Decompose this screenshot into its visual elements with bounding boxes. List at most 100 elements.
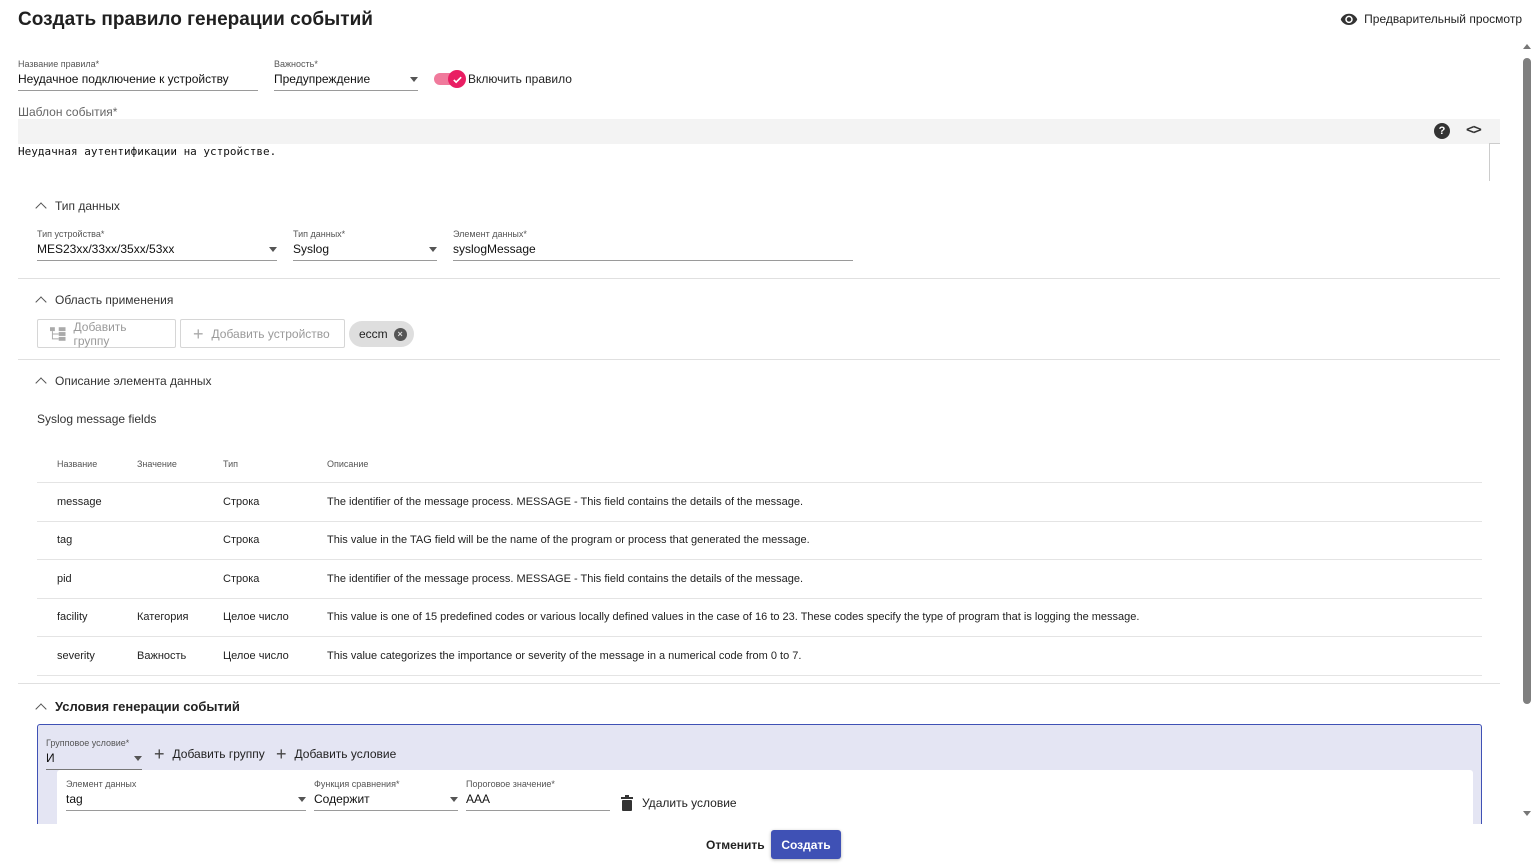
condition-data-element-text: tag bbox=[66, 792, 83, 806]
table-cell: This value in the TAG field will be the … bbox=[327, 534, 810, 547]
table-cell: Строка bbox=[223, 495, 260, 508]
caret-down-icon bbox=[298, 797, 306, 802]
caret-down-icon bbox=[450, 797, 458, 802]
toggle-track[interactable] bbox=[434, 70, 466, 88]
rule-name-label: Название правила* bbox=[18, 59, 100, 69]
scope-section-header[interactable]: Область применения bbox=[34, 293, 174, 308]
severity-value[interactable]: Предупреждение bbox=[274, 69, 418, 91]
data-type-text: Syslog bbox=[293, 242, 330, 256]
preview-label: Предварительный просмотр bbox=[1364, 12, 1522, 26]
group-condition-label: Групповое условие* bbox=[46, 738, 130, 748]
device-type-text: MES23xx/33xx/35xx/53xx bbox=[37, 242, 175, 256]
compare-function-select[interactable]: Функция сравнения* Содержит bbox=[314, 779, 458, 811]
table-cell: Категория bbox=[137, 611, 189, 624]
threshold-input[interactable]: AAA bbox=[466, 789, 610, 811]
template-label: Шаблон события* bbox=[18, 105, 118, 119]
table-cell: facility bbox=[57, 611, 88, 624]
add-group-button[interactable]: Добавить группу bbox=[37, 319, 176, 348]
device-type-select[interactable]: Тип устройства* MES23xx/33xx/35xx/53xx bbox=[37, 229, 277, 261]
group-condition-value[interactable]: И bbox=[46, 748, 142, 770]
rule-name-field[interactable]: Название правила* Неудачное подключение … bbox=[18, 59, 258, 91]
data-element-field[interactable]: Элемент данных* syslogMessage bbox=[453, 229, 853, 261]
fields-table: Название Значение Тип Описание message С… bbox=[37, 446, 1482, 676]
delete-condition-button[interactable]: Удалить условие bbox=[620, 795, 737, 811]
table-cell: pid bbox=[57, 572, 72, 585]
table-row: tag Строка This value in the TAG field w… bbox=[37, 522, 1482, 560]
delete-condition-label: Удалить условие bbox=[642, 796, 737, 810]
column-header: Тип bbox=[223, 459, 239, 469]
compare-function-text: Содержит bbox=[314, 792, 370, 806]
data-type-label: Тип данных* bbox=[293, 229, 346, 239]
severity-value-text: Предупреждение bbox=[274, 72, 371, 86]
data-type-section-header[interactable]: Тип данных bbox=[34, 199, 120, 214]
rule-name-input[interactable]: Неудачное подключение к устройству bbox=[18, 69, 258, 91]
add-device-label: Добавить устройство bbox=[211, 326, 330, 341]
template-text[interactable]: Неудачная аутентификации на устройстве. bbox=[18, 145, 276, 158]
scroll-down-arrow-icon[interactable] bbox=[1523, 811, 1531, 816]
table-cell: message bbox=[57, 495, 102, 508]
chevron-up-icon bbox=[35, 202, 47, 214]
conditions-section-header[interactable]: Условия генерации событий bbox=[34, 699, 240, 715]
table-cell: Целое число bbox=[223, 611, 289, 624]
plus-icon: + bbox=[154, 744, 165, 764]
table-cell: Целое число bbox=[223, 649, 289, 662]
create-button[interactable]: Создать bbox=[771, 830, 841, 859]
description-section-title: Описание элемента данных bbox=[55, 374, 212, 388]
table-cell: severity bbox=[57, 649, 95, 662]
data-type-select[interactable]: Тип данных* Syslog bbox=[293, 229, 437, 261]
add-condition-button[interactable]: + Добавить условие bbox=[276, 744, 396, 764]
table-cell: This value is one of 15 predefined codes… bbox=[327, 611, 1140, 624]
divider bbox=[18, 278, 1500, 279]
add-group-label: Добавить группу bbox=[73, 319, 127, 348]
condition-data-element-label: Элемент данных bbox=[66, 779, 137, 789]
chevron-up-icon bbox=[35, 296, 47, 308]
cancel-button[interactable]: Отменить bbox=[704, 836, 767, 854]
plus-icon: + bbox=[276, 744, 287, 764]
condition-data-element-value[interactable]: tag bbox=[66, 789, 306, 811]
scroll-up-arrow-icon[interactable] bbox=[1523, 44, 1531, 49]
scope-section-title: Область применения bbox=[55, 293, 174, 307]
page-title: Создать правило генерации событий bbox=[18, 9, 373, 30]
column-header: Название bbox=[57, 459, 98, 469]
device-type-value[interactable]: MES23xx/33xx/35xx/53xx bbox=[37, 239, 277, 261]
table-cell: The identifier of the message process. M… bbox=[327, 572, 804, 585]
description-section-header[interactable]: Описание элемента данных bbox=[34, 374, 212, 389]
table-cell: Строка bbox=[223, 534, 260, 547]
eye-icon bbox=[1340, 13, 1358, 25]
compare-function-label: Функция сравнения* bbox=[314, 779, 400, 789]
table-cell: Строка bbox=[223, 572, 260, 585]
severity-select[interactable]: Важность* Предупреждение bbox=[274, 59, 418, 91]
add-condition-group-button[interactable]: + Добавить группу bbox=[154, 744, 265, 764]
close-icon[interactable]: × bbox=[393, 327, 407, 341]
add-condition-group-label: Добавить группу bbox=[172, 747, 265, 761]
preview-button[interactable]: Предварительный просмотр bbox=[1340, 10, 1522, 28]
table-cell: This value categorizes the importance or… bbox=[327, 649, 802, 662]
scope-chip[interactable]: eccm × bbox=[349, 321, 414, 347]
scroll-thumb[interactable] bbox=[1523, 58, 1531, 704]
add-device-button[interactable]: + Добавить устройство bbox=[180, 319, 345, 348]
code-icon[interactable]: <> bbox=[1466, 122, 1482, 138]
editor-scrollbar[interactable] bbox=[1489, 143, 1500, 181]
enable-rule-toggle[interactable]: Включить правило bbox=[434, 70, 572, 88]
condition-data-element-select[interactable]: Элемент данных tag bbox=[66, 779, 306, 811]
column-header: Описание bbox=[327, 459, 369, 469]
group-condition-select[interactable]: Групповое условие* И bbox=[46, 738, 142, 770]
help-icon[interactable]: ? bbox=[1434, 123, 1450, 139]
enable-rule-label: Включить правило bbox=[468, 72, 572, 86]
threshold-field[interactable]: Пороговое значение* AAA bbox=[466, 779, 610, 811]
chevron-up-icon bbox=[35, 702, 47, 715]
group-condition-text: И bbox=[46, 751, 55, 765]
caret-down-icon bbox=[134, 756, 142, 761]
data-element-input[interactable]: syslogMessage bbox=[453, 239, 853, 261]
table-cell: tag bbox=[57, 534, 73, 547]
trash-icon bbox=[621, 795, 633, 811]
table-header: Название Значение Тип Описание bbox=[37, 446, 1482, 483]
caret-down-icon bbox=[410, 77, 418, 82]
caret-down-icon bbox=[269, 247, 277, 252]
threshold-label: Пороговое значение* bbox=[466, 779, 555, 789]
conditions-section-title: Условия генерации событий bbox=[55, 699, 240, 714]
compare-function-value[interactable]: Содержит bbox=[314, 789, 458, 811]
data-type-value[interactable]: Syslog bbox=[293, 239, 437, 261]
editor-toolbar bbox=[18, 119, 1500, 144]
check-icon bbox=[448, 70, 466, 88]
